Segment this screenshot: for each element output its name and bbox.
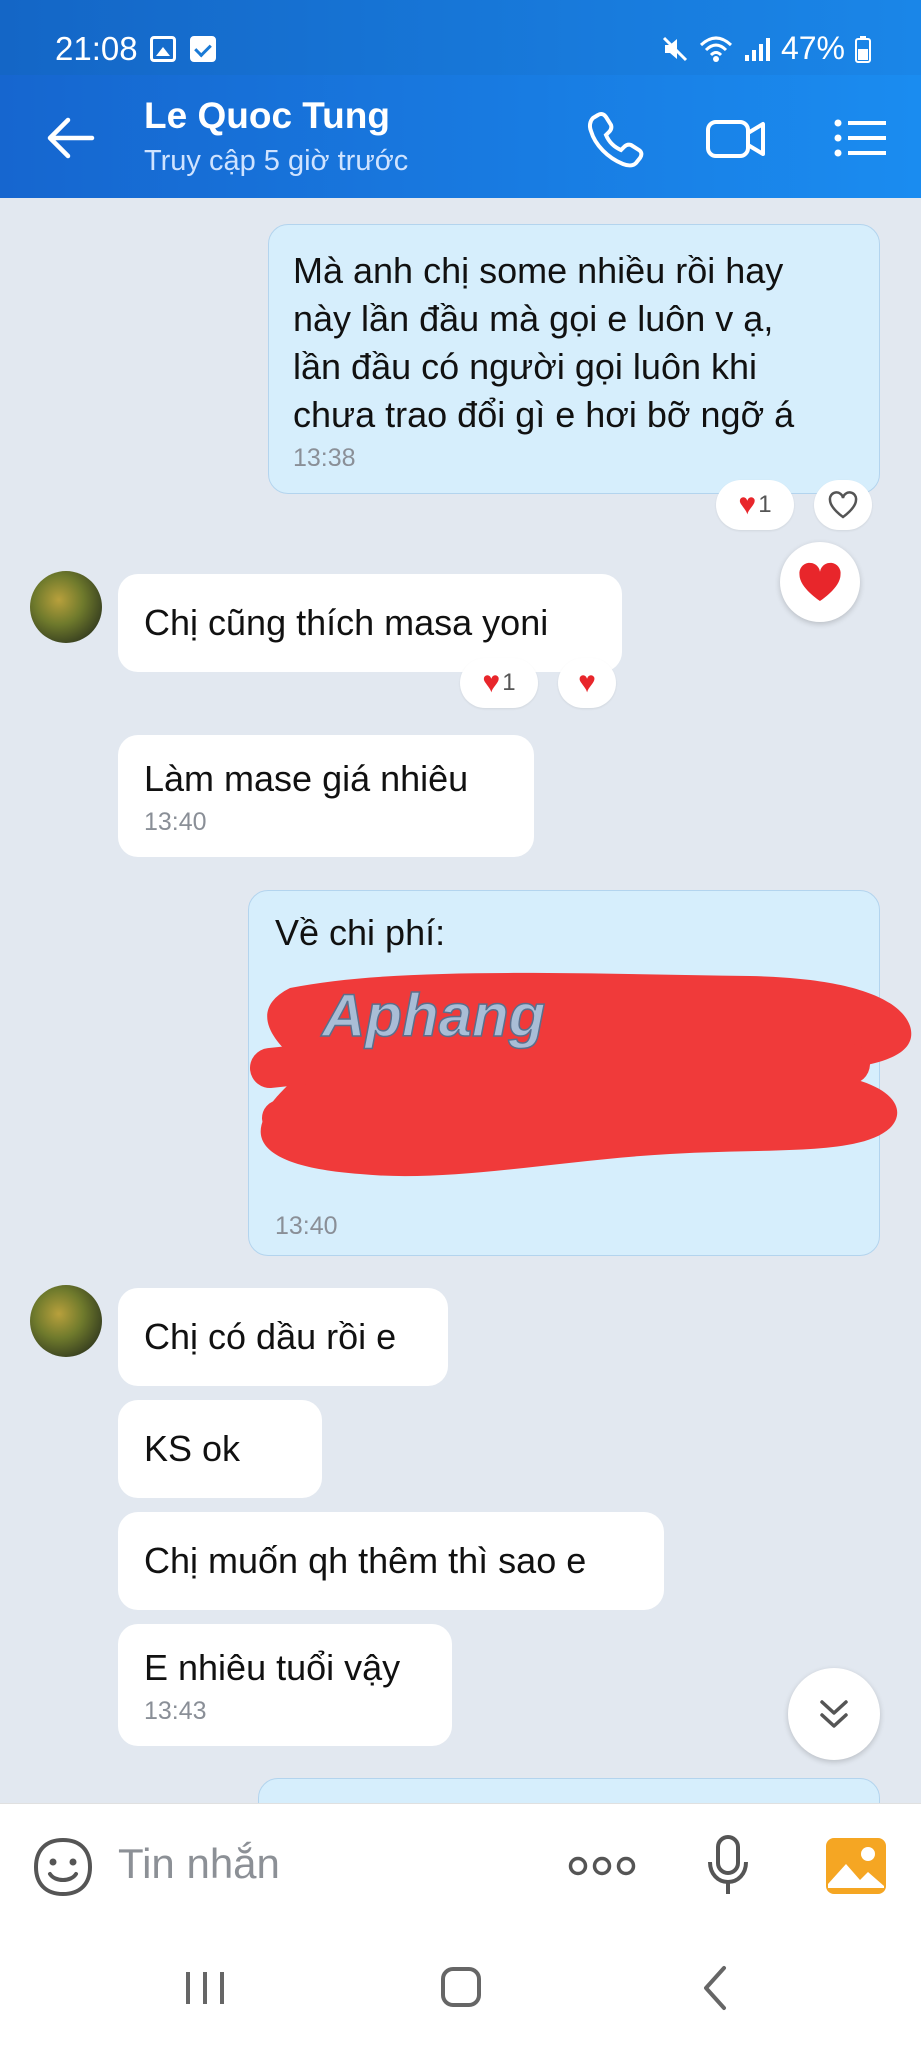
message-bubble-incoming[interactable]: Chị có dầu rồi e (118, 1288, 448, 1386)
message-bubble-incoming[interactable]: E nhiêu tuổi vậy 13:43 (118, 1624, 452, 1746)
more-icon[interactable] (566, 1848, 638, 1884)
watermark-text: Aphang (320, 982, 545, 1049)
status-notification-icons (150, 36, 226, 67)
message-text-line: này lần đầu mà gọi e luôn v ạ, (293, 298, 774, 339)
message-list[interactable]: Mà anh chị some nhiều rồi hay này lần đầ… (0, 198, 921, 1803)
video-call-icon[interactable] (703, 105, 769, 171)
reaction-summary[interactable]: ♥ 1 (716, 480, 794, 530)
menu-icon[interactable] (828, 105, 894, 171)
back-icon[interactable] (700, 1964, 730, 2012)
mute-icon (662, 36, 688, 61)
heart-icon (799, 562, 841, 602)
message-time: 13:40 (275, 1212, 338, 1240)
message-bubble-incoming[interactable]: Chị cũng thích masa yoni (118, 574, 622, 672)
reaction-summary[interactable]: ♥ 1 (460, 658, 538, 708)
reaction-count: 1 (758, 491, 772, 518)
message-text: E nhiêu tuổi vậy (144, 1647, 401, 1688)
message-bubble-incoming[interactable]: Làm mase giá nhiêu 13:40 (118, 735, 534, 857)
heart-outline-icon (828, 491, 858, 519)
react-button[interactable] (814, 480, 872, 530)
message-text-line: lần đầu có người gọi luôn khi (293, 346, 758, 387)
system-navigation-bar (0, 1928, 921, 2048)
message-input-bar: Tin nhắn (0, 1803, 921, 1928)
reaction-heart-button[interactable] (780, 542, 860, 622)
double-chevron-down-icon (820, 1700, 848, 1728)
reaction-count: 1 (502, 669, 516, 696)
message-bubble-incoming[interactable]: KS ok (118, 1400, 322, 1498)
message-text-line: Mà anh chị some nhiều rồi hay (293, 250, 784, 291)
message-input[interactable]: Tin nhắn (118, 1840, 280, 1888)
heart-icon: ♥ (738, 488, 757, 521)
wifi-icon (699, 36, 732, 62)
message-time: 13:38 (293, 444, 356, 472)
message-text: Chị cũng thích masa yoni (144, 602, 549, 643)
check-icon (190, 36, 217, 62)
recent-apps-icon[interactable] (182, 1968, 228, 2008)
message-bubble-incoming[interactable]: Chị muốn qh thêm thì sao e (118, 1512, 664, 1610)
gallery-icon (150, 36, 176, 62)
scroll-to-bottom-button[interactable] (788, 1668, 880, 1760)
signal-icon (744, 37, 770, 61)
heart-icon: ♥ (578, 666, 596, 699)
status-time: 21:08 (55, 30, 138, 67)
battery-percent: 47% (780, 30, 845, 66)
contact-name[interactable]: Le Quoc Tung (144, 95, 390, 137)
microphone-icon[interactable] (706, 1834, 750, 1898)
message-time: 13:43 (144, 1697, 207, 1725)
message-bubble-outgoing[interactable]: Mà anh chị some nhiều rồi hay này lần đầ… (268, 224, 880, 494)
redaction-scribble: Aphang (250, 972, 912, 1177)
phone-icon[interactable] (582, 105, 648, 171)
message-bubble-outgoing[interactable] (258, 1778, 880, 1803)
battery-icon (855, 35, 871, 63)
image-icon[interactable] (824, 1836, 888, 1896)
emoji-icon[interactable] (32, 1836, 94, 1898)
message-text: Làm mase giá nhiêu (144, 758, 469, 799)
heart-icon: ♥ (482, 666, 501, 699)
message-time: 13:40 (144, 808, 207, 836)
last-seen-status: Truy cập 5 giờ trước (144, 145, 409, 177)
avatar[interactable] (30, 571, 102, 643)
status-bar: 21:08 47% (0, 0, 921, 75)
react-button[interactable]: ♥ (558, 658, 616, 708)
status-right-icons: 47% (661, 30, 871, 67)
message-text: Chị có dầu rồi e (144, 1316, 397, 1357)
message-text-line: chưa trao đổi gì e hơi bỡ ngỡ á (293, 394, 795, 435)
home-icon[interactable] (440, 1966, 482, 2008)
message-text: KS ok (144, 1428, 241, 1469)
message-text: Chị muốn qh thêm thì sao e (144, 1540, 587, 1581)
avatar[interactable] (30, 1285, 102, 1357)
chat-header: Le Quoc Tung Truy cập 5 giờ trước (0, 75, 921, 198)
back-arrow-icon[interactable] (40, 108, 100, 168)
